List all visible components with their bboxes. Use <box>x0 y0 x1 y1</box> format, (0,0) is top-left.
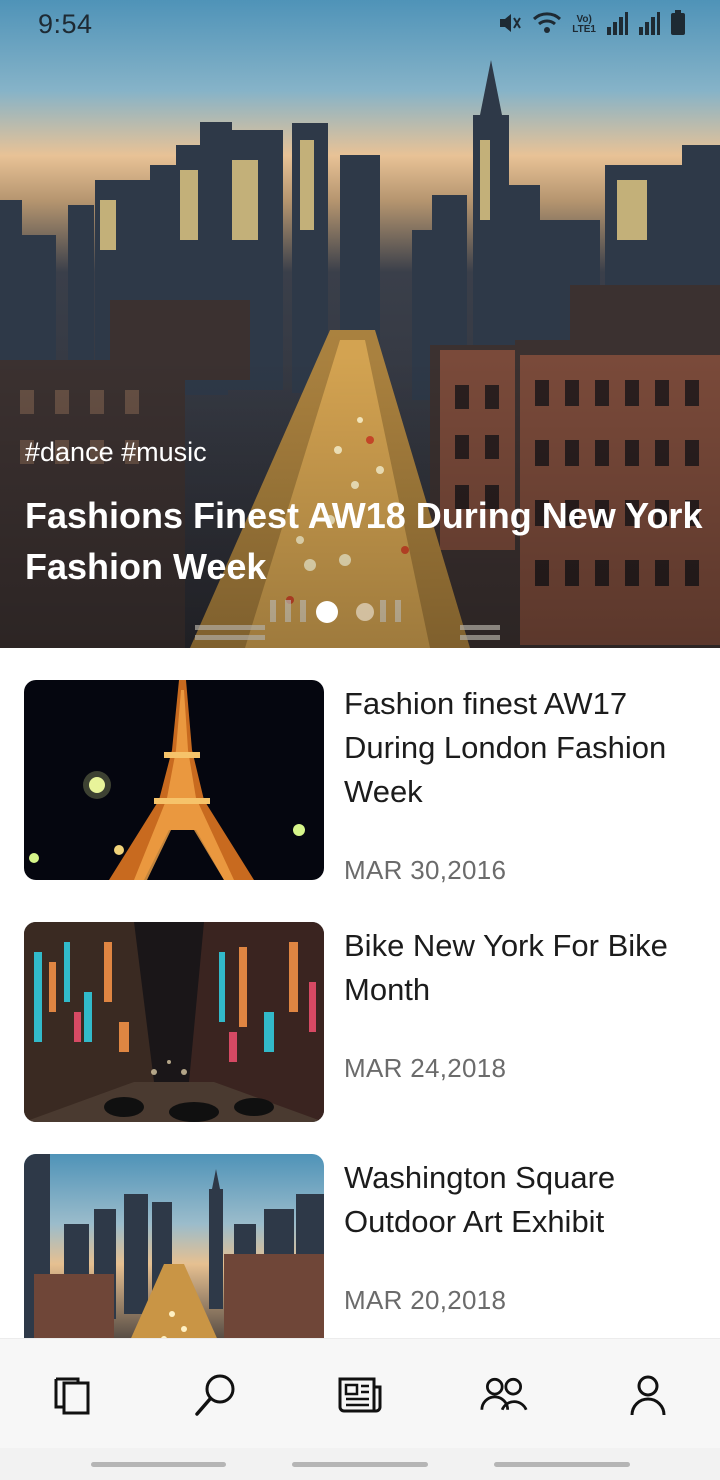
carousel-dot[interactable] <box>356 603 374 621</box>
city-skyline-photo <box>24 1154 324 1338</box>
article-item[interactable]: Fashion finest AW17 During London Fashio… <box>24 680 699 885</box>
article-date: MAR 24,2018 <box>344 1053 507 1083</box>
nav-news-button[interactable] <box>336 1371 384 1419</box>
article-title[interactable]: Bike New York For Bike Month <box>344 924 699 1012</box>
hero-title[interactable]: Fashions Finest AW18 During New York Fas… <box>25 490 705 592</box>
article-date: MAR 20,2018 <box>344 1285 507 1315</box>
article-item[interactable]: Washington Square Outdoor Art Exhibit MA… <box>24 1154 696 1338</box>
hero-tags[interactable]: #dance #music <box>25 437 207 468</box>
people-icon <box>480 1377 528 1411</box>
nav-community-button[interactable] <box>480 1371 528 1419</box>
person-icon <box>630 1375 666 1416</box>
article-list[interactable]: Fashion finest AW17 During London Fashio… <box>0 648 720 1338</box>
eiffel-tower-photo <box>24 680 324 880</box>
battery-icon <box>670 9 686 41</box>
status-bar: 9:54 Vo) LTE1 <box>0 0 720 50</box>
article-item[interactable]: Bike New York For Bike Month MAR 24,2018 <box>24 922 696 1122</box>
volte-label-bottom: LTE1 <box>572 24 596 35</box>
mute-icon <box>496 10 522 41</box>
system-recents-pill[interactable] <box>91 1462 226 1467</box>
article-title[interactable]: Washington Square Outdoor Art Exhibit <box>344 1156 699 1244</box>
signal-1-icon <box>606 11 628 40</box>
status-time: 9:54 <box>38 9 93 39</box>
neon-street-photo <box>24 922 324 1122</box>
nav-profile-button[interactable] <box>624 1371 672 1419</box>
nav-search-button[interactable] <box>192 1371 240 1419</box>
system-back-pill[interactable] <box>494 1462 630 1467</box>
wifi-icon <box>532 10 562 41</box>
signal-2-icon <box>638 11 660 40</box>
article-thumbnail[interactable] <box>24 680 324 880</box>
article-title[interactable]: Fashion finest AW17 During London Fashio… <box>344 682 699 814</box>
search-icon <box>195 1374 235 1416</box>
article-date: MAR 30,2016 <box>344 855 507 885</box>
article-thumbnail[interactable] <box>24 922 324 1122</box>
volte-label: Vo) LTE1 <box>572 15 596 35</box>
bottom-navigation <box>0 1338 720 1448</box>
article-thumbnail[interactable] <box>24 1154 324 1338</box>
pages-icon <box>54 1377 90 1415</box>
carousel-dot-active[interactable] <box>316 601 338 623</box>
status-icons: Vo) LTE1 <box>496 9 686 41</box>
newspaper-icon <box>338 1377 382 1413</box>
system-navigation-bar <box>0 1448 720 1480</box>
nav-pages-button[interactable] <box>48 1371 96 1419</box>
carousel-indicator <box>316 601 374 623</box>
system-home-pill[interactable] <box>292 1462 428 1467</box>
hero-banner[interactable]: 9:54 Vo) LTE1 #dance #music Fashions Fine… <box>0 0 720 648</box>
